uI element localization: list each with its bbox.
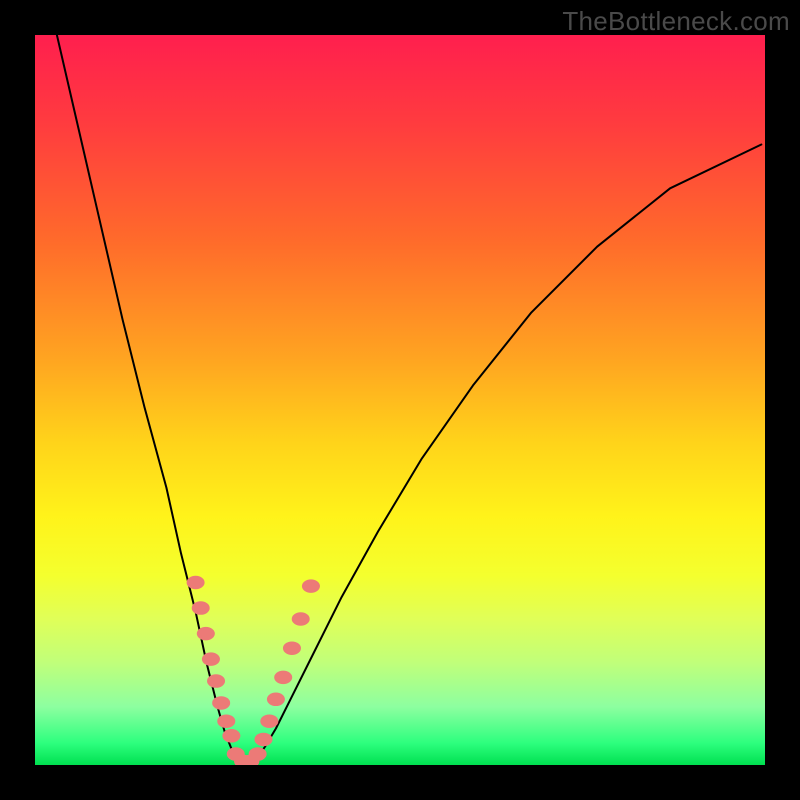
marker-dot: [222, 729, 240, 743]
marker-dot: [267, 693, 285, 707]
marker-dot: [249, 747, 267, 761]
marker-dot: [207, 674, 225, 688]
marker-dot: [192, 601, 210, 615]
curve-right-curve: [249, 145, 761, 766]
outer-frame: TheBottleneck.com: [0, 0, 800, 800]
marker-dot: [292, 612, 310, 626]
curve-layer: [57, 35, 761, 765]
watermark-text: TheBottleneck.com: [562, 6, 790, 37]
plot-area: [35, 35, 765, 765]
marker-dot: [260, 714, 278, 728]
marker-dot: [302, 579, 320, 593]
marker-layer: [187, 576, 320, 765]
marker-dot: [283, 641, 301, 655]
chart-svg: [35, 35, 765, 765]
marker-dot: [217, 714, 235, 728]
marker-dot: [202, 652, 220, 666]
marker-dot: [274, 671, 292, 685]
marker-dot: [187, 576, 205, 590]
marker-dot: [197, 627, 215, 641]
marker-dot: [254, 733, 272, 747]
marker-dot: [212, 696, 230, 710]
